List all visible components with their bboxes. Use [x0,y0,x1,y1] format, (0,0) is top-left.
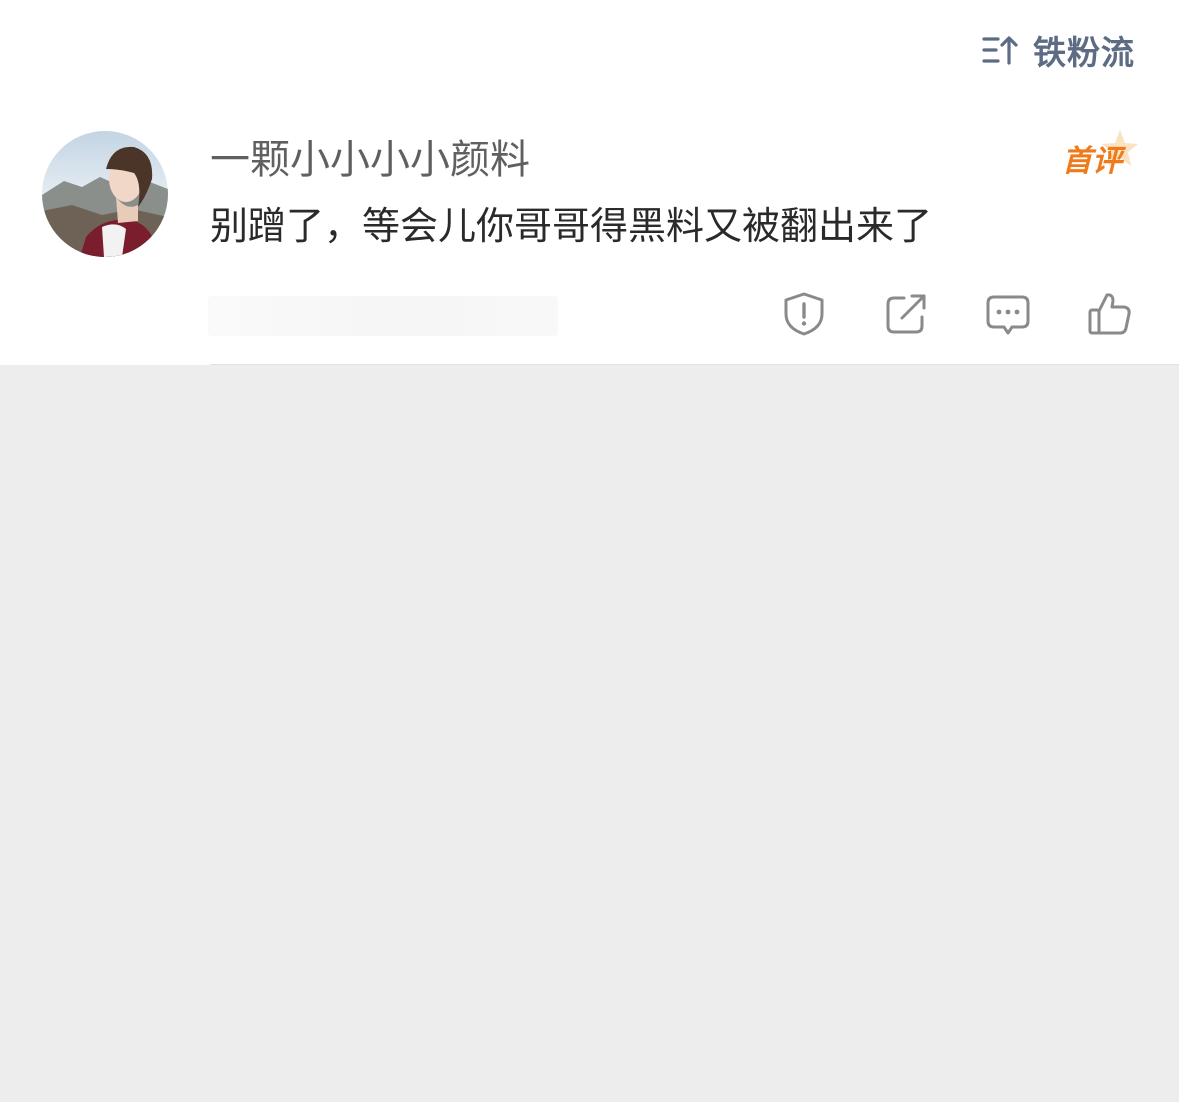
avatar[interactable] [42,131,168,257]
comment-text: 别蹭了，等会儿你哥哥得黑料又被翻出来了 [210,204,933,248]
sort-button[interactable]: 铁粉流 [981,28,1135,72]
divider [210,364,1179,365]
badge-label: 首评 [1062,144,1122,179]
comment-panel: 铁粉流 一颗小小小小颜料 首评 别蹭了，等会儿你哥哥得黑料又被翻出来了 [0,0,1179,365]
blurred-meta [208,296,558,336]
sort-up-icon [982,36,1018,65]
reply-icon[interactable] [984,290,1032,338]
username[interactable]: 一颗小小小小颜料 [210,134,530,186]
like-icon[interactable] [1086,290,1134,338]
first-comment-badge: 首评 [1056,128,1140,184]
sort-label: 铁粉流 [1033,33,1135,72]
report-icon[interactable] [780,290,828,338]
share-icon[interactable] [882,290,930,338]
